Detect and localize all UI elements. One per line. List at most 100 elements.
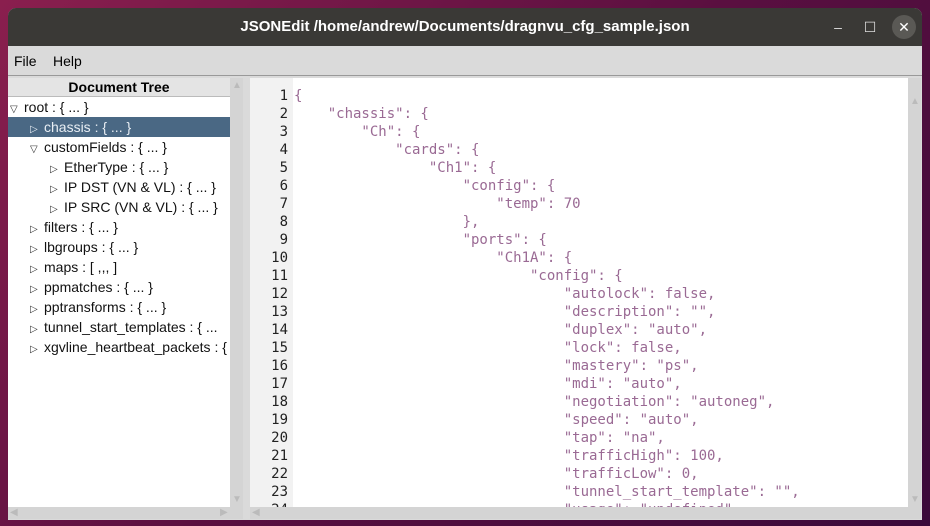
code-text: "tunnel_start_template": "", <box>294 484 800 500</box>
code-line: 17 "mdi": "auto", <box>250 375 908 393</box>
window-title: JSONEdit /home/andrew/Documents/dragnvu_… <box>240 18 690 35</box>
menu-file[interactable]: File <box>8 46 43 76</box>
tree-item[interactable]: ▷ ppmatches : { ... } <box>8 277 230 297</box>
tree-item[interactable]: ▽ customFields : { ... } <box>8 137 230 157</box>
code-line: 9 "ports": { <box>250 231 908 249</box>
code-text: "Ch1A": { <box>294 250 573 266</box>
scroll-left-icon[interactable]: ◀ <box>10 507 18 518</box>
line-number: 4 <box>279 142 288 158</box>
tree-item-label: EtherType : { ... } <box>64 159 169 175</box>
code-text: "chassis": { <box>294 106 429 122</box>
code-line: 5 "Ch1": { <box>250 159 908 177</box>
tree-item[interactable]: ▷ IP DST (VN & VL) : { ... } <box>8 177 230 197</box>
close-button[interactable]: ✕ <box>892 15 916 39</box>
tree-item-label: IP SRC (VN & VL) : { ... } <box>64 199 218 215</box>
tree-item[interactable]: ▽ root : { ... } <box>8 97 230 117</box>
code-line: 12 "autolock": false, <box>250 285 908 303</box>
code-text: "config": { <box>294 178 556 194</box>
line-number: 8 <box>279 214 288 230</box>
tree-header: Document Tree <box>8 78 230 97</box>
code-line: 14 "duplex": "auto", <box>250 321 908 339</box>
code-text: "cards": { <box>294 142 480 158</box>
line-number: 22 <box>271 466 288 482</box>
tree-item-label: chassis : { ... } <box>44 119 132 135</box>
maximize-button[interactable]: ☐ <box>858 15 882 39</box>
tree-item[interactable]: ▷ filters : { ... } <box>8 217 230 237</box>
expand-triangle-icon[interactable]: ▷ <box>30 340 44 360</box>
scroll-left-icon[interactable]: ◀ <box>252 507 260 518</box>
code-line: 4 "cards": { <box>250 141 908 159</box>
code-text: "trafficLow": 0, <box>294 466 699 482</box>
code-text: "mdi": "auto", <box>294 376 682 392</box>
tree-vertical-scrollbar[interactable] <box>230 78 243 507</box>
tree-item[interactable]: ▷ pptransforms : { ... } <box>8 297 230 317</box>
collapse-triangle-icon[interactable]: ▽ <box>30 140 44 160</box>
code-text: "Ch1": { <box>294 160 497 176</box>
line-number: 5 <box>279 160 288 176</box>
line-number: 14 <box>271 322 288 338</box>
line-number: 17 <box>271 376 288 392</box>
tree-item-label: ppmatches : { ... } <box>44 279 153 295</box>
tree-item-label: maps : [ ,,, ] <box>44 259 118 275</box>
code-text: "temp": 70 <box>294 196 581 212</box>
tree-item[interactable]: ▷ chassis : { ... } <box>8 117 230 137</box>
menu-help[interactable]: Help <box>47 46 88 76</box>
code-line: 21 "trafficHigh": 100, <box>250 447 908 465</box>
code-line: 20 "tap": "na", <box>250 429 908 447</box>
code-line: 1{ <box>250 87 908 105</box>
line-number: 15 <box>271 340 288 356</box>
code-text: }, <box>294 214 480 230</box>
editor-horizontal-scrollbar[interactable] <box>250 507 908 519</box>
minimize-button[interactable]: – <box>826 15 850 39</box>
app-window: JSONEdit /home/andrew/Documents/dragnvu_… <box>8 8 922 520</box>
code-line: 10 "Ch1A": { <box>250 249 908 267</box>
scroll-up-icon[interactable]: ▲ <box>232 80 242 91</box>
code-text: "description": "", <box>294 304 716 320</box>
code-line: 16 "mastery": "ps", <box>250 357 908 375</box>
title-bar: JSONEdit /home/andrew/Documents/dragnvu_… <box>8 8 922 46</box>
json-editor[interactable]: 1{2 "chassis": {3 "Ch": {4 "cards": {5 "… <box>250 78 908 507</box>
tree-item[interactable]: ▷ IP SRC (VN & VL) : { ... } <box>8 197 230 217</box>
collapse-triangle-icon[interactable]: ▽ <box>10 100 24 120</box>
tree-item[interactable]: ▷ EtherType : { ... } <box>8 157 230 177</box>
tree-item[interactable]: ▷ tunnel_start_templates : { ... <box>8 317 230 337</box>
code-line: 13 "description": "", <box>250 303 908 321</box>
line-number: 23 <box>271 484 288 500</box>
code-text: "lock": false, <box>294 340 682 356</box>
code-line: 2 "chassis": { <box>250 105 908 123</box>
tree-item-label: customFields : { ... } <box>44 139 167 155</box>
line-number: 19 <box>271 412 288 428</box>
code-text: "duplex": "auto", <box>294 322 708 338</box>
tree-horizontal-scrollbar[interactable] <box>8 507 243 519</box>
line-number: 18 <box>271 394 288 410</box>
line-number: 7 <box>279 196 288 212</box>
editor-vertical-scrollbar[interactable] <box>908 78 921 519</box>
tree-item-label: tunnel_start_templates : { ... <box>44 319 218 335</box>
code-text: "speed": "auto", <box>294 412 699 428</box>
code-line: 7 "temp": 70 <box>250 195 908 213</box>
code-text: "trafficHigh": 100, <box>294 448 724 464</box>
scroll-up-icon[interactable]: ▲ <box>910 96 920 107</box>
tree-item[interactable]: ▷xgvline_heartbeat_packets : { ... } <box>8 337 230 357</box>
code-text: { <box>294 88 303 104</box>
line-number: 2 <box>279 106 288 122</box>
code-line: 11 "config": { <box>250 267 908 285</box>
code-line: 18 "negotiation": "autoneg", <box>250 393 908 411</box>
tree-item-label: IP DST (VN & VL) : { ... } <box>64 179 216 195</box>
line-number: 3 <box>279 124 288 140</box>
line-number: 1 <box>279 88 288 104</box>
scroll-down-icon[interactable]: ▼ <box>910 494 920 505</box>
line-number: 11 <box>271 268 288 284</box>
tree-item[interactable]: ▷ maps : [ ,,, ] <box>8 257 230 277</box>
line-number: 20 <box>271 430 288 446</box>
scroll-down-icon[interactable]: ▼ <box>232 494 242 505</box>
scroll-right-icon[interactable]: ▶ <box>220 507 228 518</box>
line-number: 6 <box>279 178 288 194</box>
tree-item[interactable]: ▷ lbgroups : { ... } <box>8 237 230 257</box>
tree-item-label: root : { ... } <box>24 99 89 115</box>
menu-bar: File Help <box>8 46 922 76</box>
code-text: "negotiation": "autoneg", <box>294 394 775 410</box>
code-line: 22 "trafficLow": 0, <box>250 465 908 483</box>
code-line: 19 "speed": "auto", <box>250 411 908 429</box>
code-text: "tap": "na", <box>294 430 665 446</box>
